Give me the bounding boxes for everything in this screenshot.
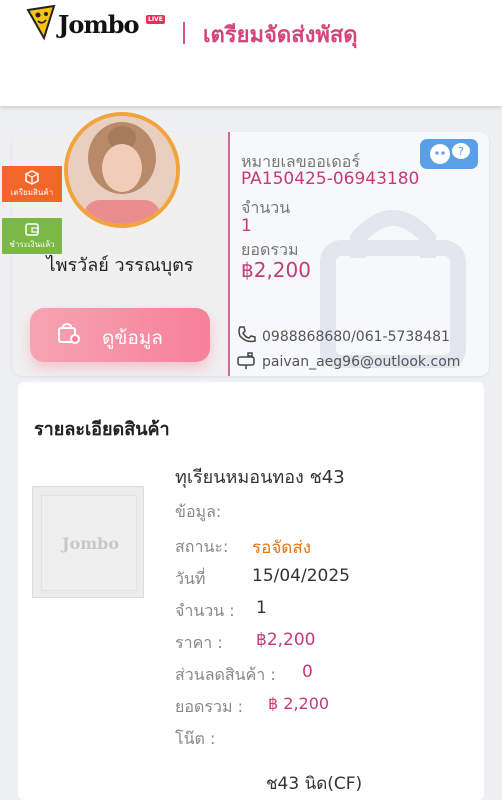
jombo-logo[interactable]: Jombo LIVE (24, 4, 165, 44)
placeholder-logo-text: Jombo (62, 534, 120, 553)
chat-support-icon: ? (430, 143, 470, 164)
live-badge: LIVE (146, 15, 165, 24)
customer-name: ไพรวัลย์ วรรณบุตร (46, 255, 194, 276)
status-value: รอจัดส่ง (252, 538, 312, 558)
date-label: วันที่ (175, 569, 206, 588)
detail-quantity-value: 1 (256, 598, 267, 618)
chat-support-button[interactable]: ? (420, 139, 478, 169)
price-label: ราคา : (175, 633, 223, 652)
total-value: ฿2,200 (241, 258, 311, 282)
cheese-mascot-icon (26, 4, 56, 41)
product-detail-title: รายละเอียดสินค้า (34, 419, 170, 440)
discount-label: ส่วนลดสินค้า : (175, 665, 276, 684)
placeholder-frame: Jombo (41, 495, 137, 591)
tag-prepare: เตรียมสินค้า (2, 166, 62, 202)
mailbox-icon (237, 352, 255, 369)
svg-text:?: ? (458, 145, 464, 158)
avatar-portrait (68, 116, 176, 224)
status-label: สถานะ: (175, 537, 229, 556)
page-title: เตรียมจัดส่งพัสดุ (203, 23, 358, 48)
order-number-value: PA150425-06943180 (241, 169, 420, 189)
product-name: ทุเรียนหมอนทอง ช43 (175, 467, 345, 488)
customer-avatar (64, 112, 180, 228)
detail-quantity-label: จำนวน : (175, 601, 235, 620)
date-value: 15/04/2025 (252, 566, 350, 586)
note-label: โน๊ต : (175, 729, 216, 748)
top-header: Jombo LIVE เตรียมจัดส่งพัสดุ (0, 0, 502, 106)
logo-text: Jombo (58, 10, 140, 39)
discount-value: 0 (302, 662, 313, 682)
view-info-label: ดูข้อมูล (102, 327, 163, 349)
info-label: ข้อมูล: (175, 502, 222, 521)
view-info-button[interactable]: ดูข้อมูล (30, 308, 210, 362)
tag-prepare-label: เตรียมสินค้า (10, 188, 54, 197)
email-address[interactable]: paivan_aeg96@outlook.com (262, 354, 460, 370)
header-divider (183, 22, 185, 44)
note-value: ช43 นิด(CF) (266, 774, 363, 794)
detail-total-value: ฿ 2,200 (268, 694, 330, 713)
box-icon (25, 170, 39, 185)
cart-icon (58, 323, 80, 344)
product-image-placeholder: Jombo (32, 486, 144, 598)
tag-paid-label: ชำระเงินแล้ว (9, 240, 55, 249)
detail-total-label: ยอดรวม : (175, 697, 243, 716)
price-value: ฿2,200 (256, 630, 316, 650)
phone-icon (238, 326, 256, 343)
wallet-icon (25, 223, 39, 236)
tag-paid: ชำระเงินแล้ว (2, 218, 62, 254)
quantity-value: 1 (241, 216, 252, 236)
phone-number[interactable]: 0988868680/061-5738481 (262, 329, 450, 345)
